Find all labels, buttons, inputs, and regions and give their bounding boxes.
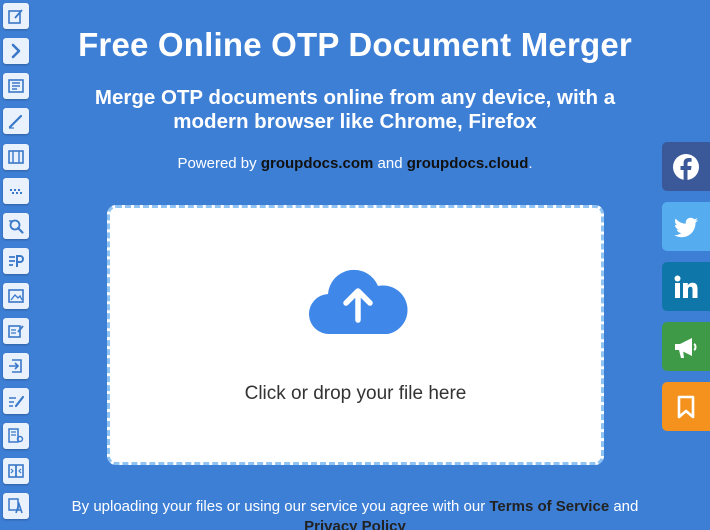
legal-notice: By uploading your files or using our ser…: [40, 497, 670, 530]
translate-icon[interactable]: [3, 493, 29, 519]
page-title: Free Online OTP Document Merger: [78, 26, 632, 63]
compare-document-icon[interactable]: [3, 423, 29, 449]
powered-by-and: and: [373, 155, 407, 172]
terms-of-service-link[interactable]: Terms of Service: [489, 498, 609, 515]
powered-by-suffix: .: [528, 155, 533, 172]
facebook-share-button[interactable]: [662, 142, 710, 191]
film-document-icon[interactable]: [3, 144, 29, 170]
tool-rail: [0, 0, 32, 530]
megaphone-icon: [675, 337, 697, 358]
chevron-right-icon[interactable]: [3, 38, 29, 64]
groupdocs-com-link[interactable]: groupdocs.com: [261, 155, 374, 172]
groupdocs-cloud-link[interactable]: groupdocs.cloud: [407, 155, 529, 172]
facebook-icon: [673, 153, 699, 180]
cloud-upload-icon[interactable]: [308, 268, 408, 338]
split-document-icon[interactable]: [3, 458, 29, 484]
twitter-share-button[interactable]: [662, 202, 710, 251]
search-document-icon[interactable]: [3, 213, 29, 239]
exit-document-icon[interactable]: [3, 353, 29, 379]
parser-icon[interactable]: [3, 248, 29, 274]
edit-document-icon[interactable]: [3, 3, 29, 29]
privacy-policy-link[interactable]: Privacy Policy: [304, 518, 406, 530]
document-list-icon[interactable]: [3, 73, 29, 99]
linkedin-share-button[interactable]: [662, 262, 710, 311]
announce-share-button[interactable]: [662, 322, 710, 371]
page-subtitle: Merge OTP documents online from any devi…: [94, 86, 616, 133]
powered-by-prefix: Powered by: [177, 155, 261, 172]
file-drop-zone[interactable]: Click or drop your file here: [107, 205, 604, 465]
signature-pen-icon[interactable]: [3, 108, 29, 134]
drop-prompt: Click or drop your file here: [244, 383, 467, 404]
powered-by-line: Powered by groupdocs.com and groupdocs.c…: [100, 155, 610, 172]
dots-grid-icon[interactable]: [3, 178, 29, 204]
annotate-pen-icon[interactable]: [3, 388, 29, 414]
bookmark-icon: [677, 395, 695, 418]
linkedin-icon: [674, 275, 698, 298]
form-edit-icon[interactable]: [3, 318, 29, 344]
legal-prefix: By uploading your files or using our ser…: [71, 498, 490, 515]
legal-and: and: [609, 498, 639, 515]
twitter-icon: [674, 217, 698, 237]
bookmark-share-button[interactable]: [662, 382, 710, 431]
image-frame-icon[interactable]: [3, 283, 29, 309]
